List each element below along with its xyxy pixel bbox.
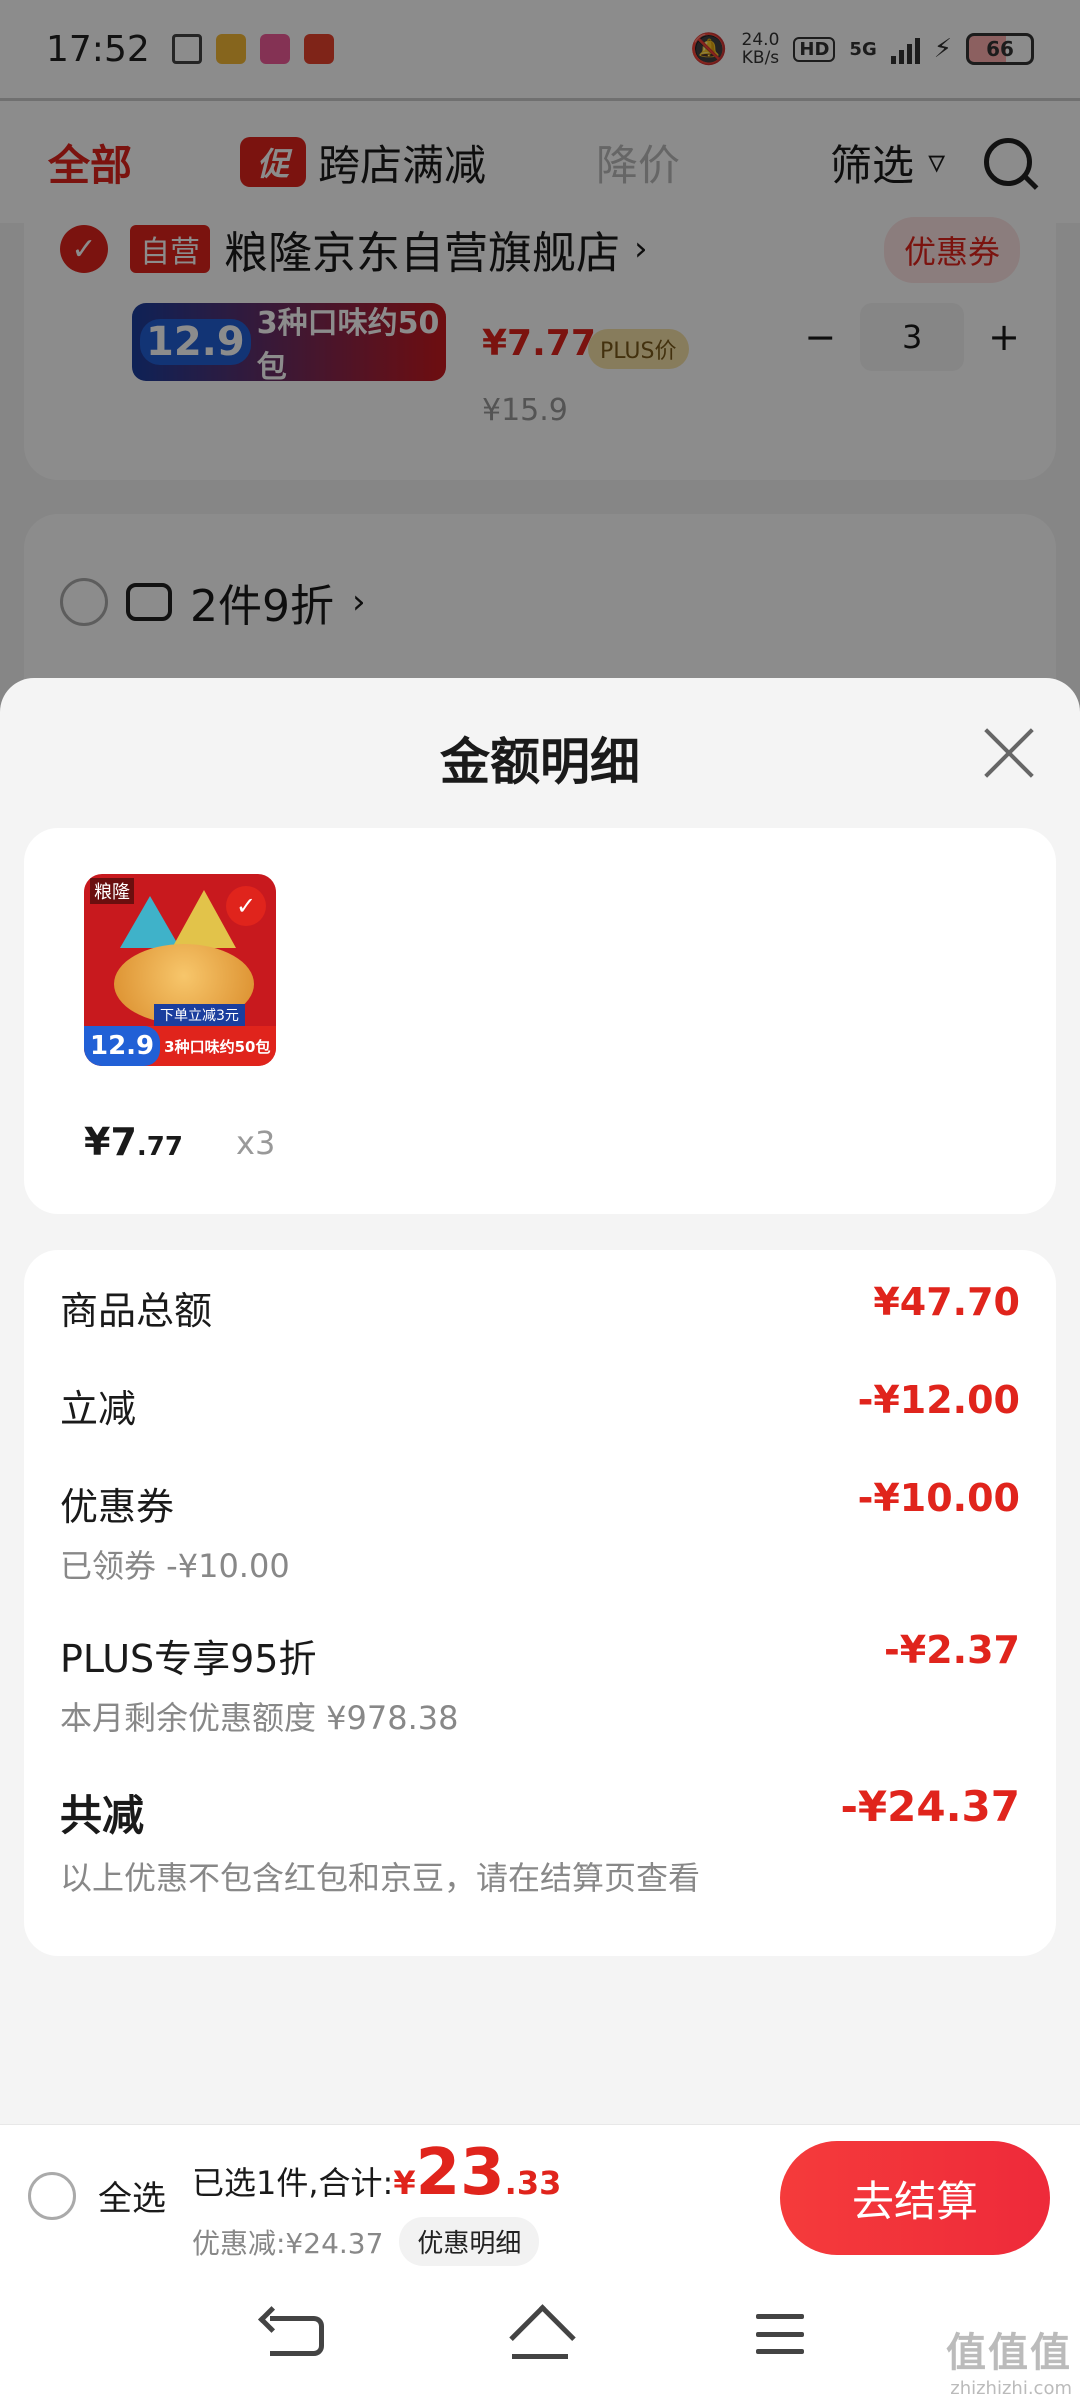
watermark: 值值值 zhizhizhi.com <box>946 2320 1072 2399</box>
coupon-value: -¥10.00 <box>857 1476 1020 1520</box>
watermark-url: zhizhizhi.com <box>950 2378 1072 2399</box>
product-price-main: ¥7 <box>84 1120 137 1164</box>
back-icon[interactable] <box>270 2316 324 2356</box>
instant-off-row: 立减 -¥12.00 <box>60 1378 1020 1433</box>
image-text: 3种口味约50包 <box>164 1037 271 1056</box>
product-card: 粮隆 ✓ 下单立减3元 12.9 3种口味约50包 ¥7.77 x3 <box>24 828 1056 1214</box>
selected-count-text: 已选1件,合计: <box>192 2164 394 2202</box>
coupon-row: 优惠券 已领券 -¥10.00 -¥10.00 <box>60 1476 1020 1587</box>
goods-total-row: 商品总额 ¥47.70 <box>60 1280 1020 1335</box>
select-all-checkbox[interactable] <box>28 2171 76 2220</box>
system-nav-bar <box>0 2270 1080 2400</box>
checkout-bar: 全选 已选1件,合计: ¥ 23 .33 优惠减:¥24.37 优惠明细 去结算 <box>0 2124 1080 2270</box>
product-price-decimal: .77 <box>136 1132 183 1162</box>
image-promo-text: 下单立减3元 <box>154 1004 245 1026</box>
plus-discount-sub: 本月剩余优惠额度 ¥978.38 <box>60 1699 459 1737</box>
instant-off-value: -¥12.00 <box>857 1378 1020 1422</box>
product-price: ¥7.77 <box>84 1120 183 1164</box>
product-package-shape <box>120 896 180 948</box>
plus-discount-label: PLUS专享95折 <box>60 1637 317 1681</box>
sum-line: 已选1件,合计: ¥ 23 .33 <box>192 2141 561 2205</box>
discount-detail-button[interactable]: 优惠明细 <box>399 2217 540 2266</box>
product-image[interactable]: 粮隆 ✓ 下单立减3元 12.9 3种口味约50包 <box>84 874 276 1066</box>
discount-line: 优惠减:¥24.37 优惠明细 <box>192 2217 540 2266</box>
sum-decimal: .33 <box>504 2164 562 2202</box>
total-discount-value: -¥24.37 <box>840 1782 1020 1831</box>
amount-detail-card: 商品总额 ¥47.70 立减 -¥12.00 优惠券 已领券 -¥10.00 -… <box>24 1250 1056 1956</box>
select-all[interactable]: 全选 <box>28 2171 166 2220</box>
goods-total-value: ¥47.70 <box>873 1280 1020 1324</box>
select-all-label: 全选 <box>98 2179 166 2219</box>
image-bottom-strip: 12.9 3种口味约50包 <box>84 1026 276 1066</box>
sum-currency: ¥ <box>393 2164 416 2202</box>
home-icon[interactable] <box>510 2310 570 2360</box>
sheet-title: 金额明细 <box>440 733 640 791</box>
checkout-button[interactable]: 去结算 <box>780 2141 1050 2255</box>
menu-icon[interactable] <box>756 2314 804 2354</box>
total-discount-row: 共减 以上优惠不包含红包和京豆，请在结算页查看 -¥24.37 <box>60 1782 1020 1899</box>
image-price: 12.9 <box>84 1026 161 1066</box>
sum-integer: 23 <box>415 2136 505 2210</box>
close-icon[interactable] <box>982 726 1036 780</box>
selected-check-icon: ✓ <box>226 886 266 926</box>
total-discount-note: 以上优惠不包含红包和京豆，请在结算页查看 <box>60 1859 701 1897</box>
discount-amount: 优惠减:¥24.37 <box>192 2226 384 2260</box>
plus-discount-row: PLUS专享95折 本月剩余优惠额度 ¥978.38 -¥2.37 <box>60 1628 1020 1739</box>
coupon-sub: 已领券 -¥10.00 <box>60 1547 290 1585</box>
product-quantity: x3 <box>236 1124 276 1162</box>
plus-discount-value: -¥2.37 <box>884 1628 1020 1672</box>
watermark-mark: 值值值 <box>946 2330 1072 2376</box>
